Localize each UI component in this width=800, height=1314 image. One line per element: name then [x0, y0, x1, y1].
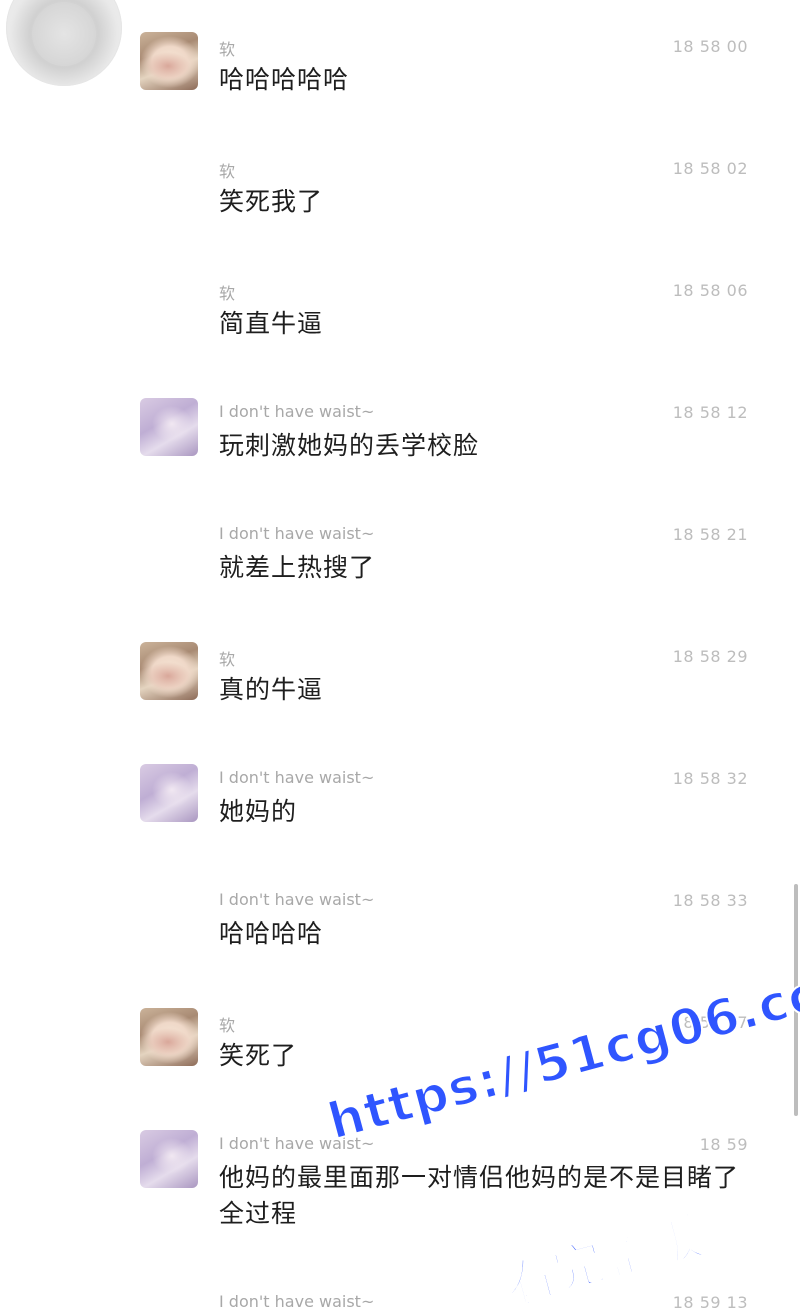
sender-name: I don't have waist~ [219, 1292, 375, 1311]
avatar[interactable] [140, 398, 198, 456]
message-text[interactable]: 简直牛逼 [219, 306, 739, 342]
chat-message: 软 18 58 02 笑死我了 [0, 154, 800, 274]
chat-message: I don't have waist~ 18 58 33 哈哈哈哈 [0, 886, 800, 1006]
sender-name: 软 [219, 162, 236, 181]
message-timestamp: 18 58 00 [672, 37, 748, 56]
avatar[interactable] [140, 764, 198, 822]
sender-name: I don't have waist~ [219, 890, 375, 909]
avatar[interactable] [140, 1008, 198, 1066]
message-text[interactable]: 她妈的 [219, 794, 739, 830]
message-text[interactable]: 哈哈哈哈 [219, 916, 739, 952]
chat-message: 软 18 58 29 真的牛逼 [0, 642, 800, 762]
message-timestamp: 18 58 29 [672, 647, 748, 666]
avatar[interactable] [140, 32, 198, 90]
message-text[interactable]: 就差上热搜了 [219, 550, 739, 586]
message-timestamp: 18 58 06 [672, 281, 748, 300]
avatar[interactable] [140, 642, 198, 700]
message-timestamp: 18 58 33 [672, 891, 748, 910]
message-timestamp: 18 58 21 [672, 525, 748, 544]
sender-name: I don't have waist~ [219, 402, 375, 421]
chat-message: I don't have waist~ 18 58 32 她妈的 [0, 764, 800, 884]
chat-message: I don't have waist~ 18 58 12 玩刺激她妈的丢学校脸 [0, 398, 800, 518]
sender-name: 软 [219, 1016, 236, 1035]
sender-name: I don't have waist~ [219, 524, 375, 543]
sender-name: 软 [219, 650, 236, 669]
message-text[interactable]: 笑死我了 [219, 184, 739, 220]
chat-message: 软 18 58 06 简直牛逼 [0, 276, 800, 396]
message-text[interactable]: 玩刺激她妈的丢学校脸 [219, 428, 739, 464]
message-timestamp: 18 59 [699, 1135, 748, 1154]
sender-name: 软 [219, 40, 236, 59]
sender-name: I don't have waist~ [219, 768, 375, 787]
message-text[interactable]: 真的牛逼 [219, 672, 739, 708]
chat-message: I don't have waist~ 18 58 21 就差上热搜了 [0, 520, 800, 640]
chat-message: I don't have waist~ 18 59 13 [0, 1288, 800, 1314]
chat-message: 软 18 58 00 哈哈哈哈哈 [0, 32, 800, 152]
message-timestamp: 18 58 12 [672, 403, 748, 422]
avatar[interactable] [140, 1130, 198, 1188]
message-timestamp: 18 58 32 [672, 769, 748, 788]
message-text[interactable]: 哈哈哈哈哈 [219, 62, 739, 98]
message-timestamp: 18 59 13 [672, 1293, 748, 1312]
message-timestamp: 18 58 02 [672, 159, 748, 178]
sender-name: 软 [219, 284, 236, 303]
